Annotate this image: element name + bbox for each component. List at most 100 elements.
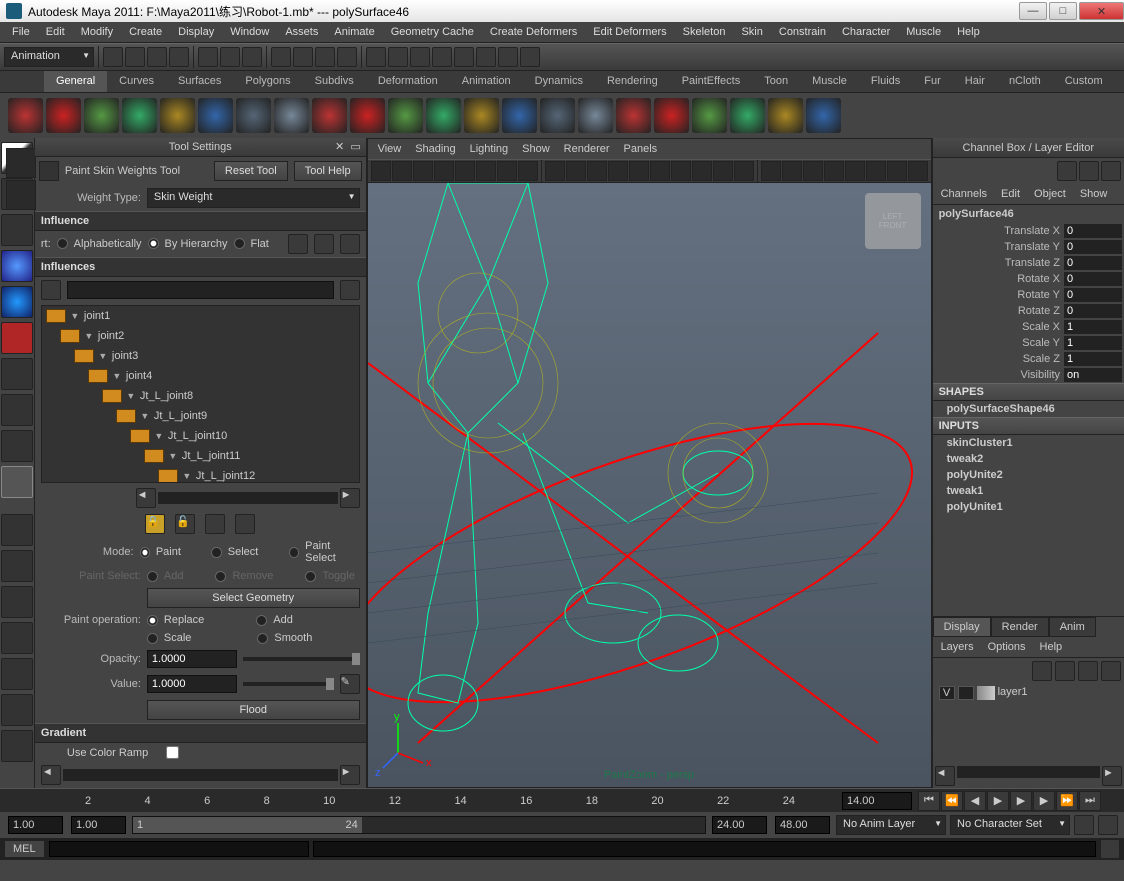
use-color-ramp-checkbox[interactable] xyxy=(166,746,179,759)
influence-item[interactable]: ▼joint3 xyxy=(42,346,359,366)
input-node[interactable]: skinCluster1 xyxy=(933,435,1124,451)
toolbar-btn[interactable] xyxy=(410,47,430,67)
shelf-icon[interactable] xyxy=(806,98,841,133)
ch-menu-object[interactable]: Object xyxy=(1034,188,1066,200)
vp-menu-shading[interactable]: Shading xyxy=(415,143,455,155)
sort-alpha-radio[interactable] xyxy=(57,238,68,249)
layer-icon[interactable] xyxy=(1078,661,1098,681)
influence-item[interactable]: ▼Jt_L_joint9 xyxy=(42,406,359,426)
toolbar-btn[interactable] xyxy=(432,47,452,67)
expand-icon[interactable]: ▼ xyxy=(84,331,94,341)
paint-tool-icon[interactable] xyxy=(1,214,33,246)
last-tool-icon[interactable] xyxy=(1,430,33,462)
layout-outliner-icon[interactable] xyxy=(1,622,33,654)
step-back-key-icon[interactable]: ⏪ xyxy=(941,791,963,811)
scroll-right-icon[interactable]: ► xyxy=(340,488,360,508)
layer-menu-options[interactable]: Options xyxy=(988,641,1026,653)
toolbar-btn[interactable] xyxy=(315,47,335,67)
influence-item[interactable]: ▼joint2 xyxy=(42,326,359,346)
layout-single-icon[interactable] xyxy=(1,514,33,546)
expand-icon[interactable]: ▼ xyxy=(182,471,192,481)
expand-icon[interactable]: ▼ xyxy=(70,311,80,321)
layer-menu-layers[interactable]: Layers xyxy=(941,641,974,653)
influences-section[interactable]: Influences xyxy=(35,257,366,277)
channel-attr[interactable]: Rotate Y0 xyxy=(933,287,1124,303)
scroll-left-icon[interactable]: ◄ xyxy=(935,766,955,786)
shelf-icon[interactable] xyxy=(730,98,765,133)
shape-name[interactable]: polySurfaceShape46 xyxy=(933,401,1124,417)
layer-menu-help[interactable]: Help xyxy=(1040,641,1063,653)
layer-list[interactable]: V layer1 xyxy=(933,684,1124,764)
channel-attr[interactable]: Visibilityon xyxy=(933,367,1124,383)
vp-toolbar-icon[interactable] xyxy=(587,161,607,181)
menu-editdeformers[interactable]: Edit Deformers xyxy=(585,23,674,41)
ch-menu-show[interactable]: Show xyxy=(1080,188,1108,200)
mode-select-radio[interactable] xyxy=(211,547,221,558)
vp-toolbar-icon[interactable] xyxy=(887,161,907,181)
display-layer-tab[interactable]: Display xyxy=(933,617,991,637)
vp-toolbar-icon[interactable] xyxy=(629,161,649,181)
close-button[interactable]: ✕ xyxy=(1079,2,1124,20)
menu-animate[interactable]: Animate xyxy=(326,23,382,41)
anim-layer-combo[interactable]: No Anim Layer xyxy=(836,815,946,835)
weight-type-combo[interactable]: Skin Weight xyxy=(147,188,360,208)
list-view2-icon[interactable] xyxy=(340,234,360,254)
toolbar-btn[interactable] xyxy=(271,47,291,67)
shelf-icon[interactable] xyxy=(388,98,423,133)
layer-icon[interactable] xyxy=(1101,661,1121,681)
step-fwd-icon[interactable]: ▶ xyxy=(1033,791,1055,811)
script-editor-icon[interactable] xyxy=(1100,839,1120,859)
influence-item[interactable]: ▼Jt_L_joint11 xyxy=(42,446,359,466)
shelf-icon[interactable] xyxy=(8,98,43,133)
mode-combo[interactable]: Animation xyxy=(4,47,94,67)
shelf-icon[interactable] xyxy=(426,98,461,133)
move-tool-icon[interactable] xyxy=(1,250,33,282)
layout-four-icon[interactable] xyxy=(1,550,33,582)
channel-attr[interactable]: Scale Y1 xyxy=(933,335,1124,351)
layout-persp-icon[interactable] xyxy=(1,658,33,690)
minimize-button[interactable]: — xyxy=(1019,2,1047,20)
influence-item[interactable]: ▼Jt_L_joint8 xyxy=(42,386,359,406)
vp-toolbar-icon[interactable] xyxy=(434,161,454,181)
vp-toolbar-icon[interactable] xyxy=(761,161,781,181)
autokey-icon[interactable] xyxy=(1074,815,1094,835)
vp-toolbar-icon[interactable] xyxy=(371,161,391,181)
op-scale-radio[interactable] xyxy=(147,633,158,644)
shelf-tab-subdivs[interactable]: Subdivs xyxy=(303,71,366,92)
list-view-icon[interactable] xyxy=(314,234,334,254)
mode-paint-radio[interactable] xyxy=(140,547,150,558)
value-input[interactable] xyxy=(147,675,237,693)
shelf-tab-fur[interactable]: Fur xyxy=(912,71,953,92)
shelf-icon[interactable] xyxy=(160,98,195,133)
shelf-icon[interactable] xyxy=(312,98,347,133)
toolbar-btn[interactable] xyxy=(293,47,313,67)
menu-character[interactable]: Character xyxy=(834,23,898,41)
influence-filter-input[interactable] xyxy=(67,281,334,299)
command-input[interactable] xyxy=(49,841,309,857)
toolbar-btn[interactable] xyxy=(454,47,474,67)
channel-attr[interactable]: Translate X0 xyxy=(933,223,1124,239)
vp-toolbar-icon[interactable] xyxy=(497,161,517,181)
menu-createdeformers[interactable]: Create Deformers xyxy=(482,23,585,41)
vp-toolbar-icon[interactable] xyxy=(671,161,691,181)
soft-tool-icon[interactable] xyxy=(1,394,33,426)
viewport-canvas[interactable]: LEFT FRONT xyxy=(368,183,931,787)
sort-flat-radio[interactable] xyxy=(234,238,245,249)
shelf-icon[interactable] xyxy=(236,98,271,133)
shelf-tab-fluids[interactable]: Fluids xyxy=(859,71,912,92)
char-set-combo[interactable]: No Character Set xyxy=(950,815,1070,835)
input-node[interactable]: polyUnite2 xyxy=(933,467,1124,483)
manip-tool-icon[interactable] xyxy=(1,358,33,390)
range-slider[interactable]: 124 xyxy=(132,816,706,834)
go-end-icon[interactable]: ⏭ xyxy=(1079,791,1101,811)
shelf-icon[interactable] xyxy=(502,98,537,133)
scroll-left-icon[interactable]: ◄ xyxy=(41,765,61,785)
paint-weights-tool-icon[interactable] xyxy=(1,466,33,498)
vp-toolbar-icon[interactable] xyxy=(713,161,733,181)
channel-attr[interactable]: Rotate Z0 xyxy=(933,303,1124,319)
shelf-icon[interactable] xyxy=(122,98,157,133)
expand-icon[interactable]: ▼ xyxy=(140,411,150,421)
expand-icon[interactable]: ▼ xyxy=(168,451,178,461)
opacity-input[interactable] xyxy=(147,650,237,668)
channel-attr[interactable]: Scale Z1 xyxy=(933,351,1124,367)
